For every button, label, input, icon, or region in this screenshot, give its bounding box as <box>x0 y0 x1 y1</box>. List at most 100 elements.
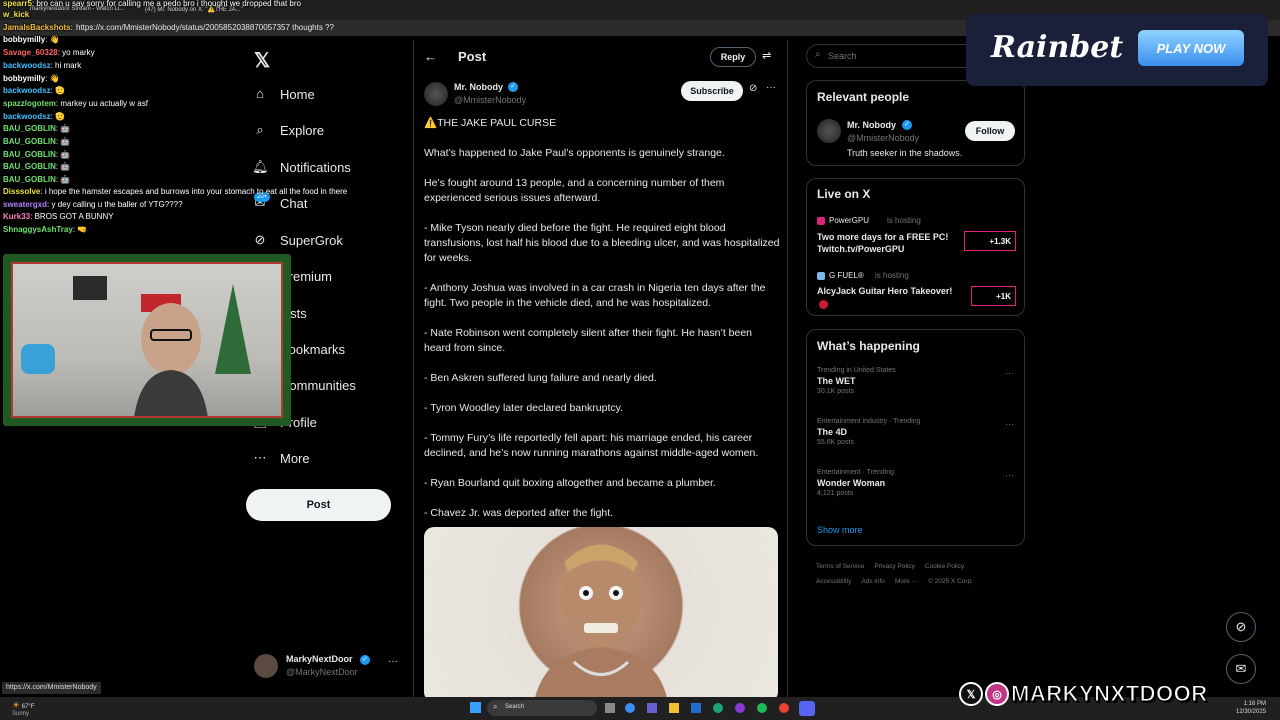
chat-text: 👋 <box>49 35 60 44</box>
show-more-link[interactable]: Show more <box>817 525 863 535</box>
chat-username: w_kick <box>3 10 30 19</box>
chat-username: ShnaggysAshTray <box>3 225 73 234</box>
host-name: G FUEL® <box>829 271 864 280</box>
chat-text: 🤖 <box>60 175 71 184</box>
chat-username: sweatergxd <box>3 200 48 209</box>
live-item[interactable]: PowerGPU is hosting Two more days for a … <box>817 216 1017 256</box>
post-paragraph: - Mike Tyson nearly died before the figh… <box>424 222 780 264</box>
trend-posts: 4,121 posts <box>817 490 854 497</box>
avatar[interactable] <box>817 119 841 143</box>
stream-chat-overlay: spearr5: bro can u say sorry for calling… <box>0 0 420 240</box>
chat-username: spazzlogotem <box>3 99 56 108</box>
taskbar-app-icon[interactable] <box>735 703 745 713</box>
live-item[interactable]: G FUEL® is hosting AlcyJack Guitar Hero … <box>817 271 1017 311</box>
chat-text: i hope the hamster escapes and burrows i… <box>44 187 348 196</box>
footer-link[interactable]: Ads info <box>861 578 885 585</box>
taskbar-app-icon[interactable] <box>713 703 723 713</box>
chat-message: spearr5: bro can u say sorry for calling… <box>3 0 301 8</box>
taskbar-search[interactable]: ⌕ Search <box>487 700 597 716</box>
account-switcher[interactable]: MarkyNextDoor ✓ @MarkyNextDoor ··· <box>254 652 404 682</box>
more-options-icon[interactable]: ··· <box>1005 419 1014 429</box>
chat-message: BAU_GOBLIN: 🤖 <box>3 162 71 171</box>
chat-username: Savage_60328 <box>3 48 58 57</box>
trend-item[interactable]: Trending in United States The WET 30.1K … <box>817 367 896 395</box>
reply-button[interactable]: Reply <box>710 47 756 67</box>
trend-context: Trending in United States <box>817 367 896 374</box>
taskbar-app-icon[interactable] <box>625 703 635 713</box>
weather-icon: ☀ <box>12 700 21 710</box>
post-paragraph: What’s happened to Jake Paul’s opponents… <box>424 147 725 159</box>
post-image-graphic <box>534 544 668 702</box>
post-paragraph: - Anthony Joshua was involved in a car c… <box>424 282 766 309</box>
weather-widget[interactable]: ☀ 67°F Sunny <box>12 700 35 717</box>
subscribe-button[interactable]: Subscribe <box>681 81 743 101</box>
nav-item-more[interactable]: ⋯ More <box>252 445 310 471</box>
back-arrow-icon[interactable]: ← <box>424 49 437 64</box>
trend-item[interactable]: Entertainment industry · Trending The 4D… <box>817 418 921 446</box>
chat-username: BAU_GOBLIN <box>3 150 56 159</box>
post-paragraph: - Tyron Woodley later declared bankruptc… <box>424 402 624 414</box>
chat-username: backwoodsz <box>3 112 51 121</box>
taskbar-app-icon[interactable] <box>799 701 815 716</box>
instagram-icon: ◎ <box>985 682 1009 706</box>
author-name[interactable]: Mr. Nobody <box>454 82 503 92</box>
chat-message: BAU_GOBLIN: 🤖 <box>3 175 71 184</box>
copyright: © 2025 X Corp. <box>928 578 973 585</box>
host-status: is hosting <box>887 216 921 225</box>
taskbar-app-icon[interactable] <box>647 703 657 713</box>
host-avatar <box>817 217 825 225</box>
weather-temp: 67°F <box>21 704 35 710</box>
listener-count: +1K <box>971 286 1016 306</box>
taskbar-app-icon[interactable] <box>691 703 701 713</box>
taskbar-app-icon[interactable] <box>757 703 767 713</box>
compose-post-button[interactable]: Post <box>246 489 391 521</box>
taskbar-app-icon[interactable] <box>605 703 615 713</box>
person-bio: Truth seeker in the shadows. <box>847 148 963 158</box>
search-icon: ⌕ <box>493 702 498 711</box>
start-icon[interactable] <box>470 702 481 713</box>
person-name[interactable]: Mr. Nobody <box>847 120 896 130</box>
chat-text: hi mark <box>55 61 82 70</box>
footer-link[interactable]: Cookie Policy <box>925 563 964 570</box>
more-options-icon[interactable]: ··· <box>766 82 776 93</box>
grok-icon[interactable]: ⊘ <box>749 83 757 94</box>
whats-happening-card: What’s happening Trending in United Stat… <box>806 329 1025 546</box>
post-title: ⚠️THE JAKE PAUL CURSE <box>424 117 557 129</box>
chat-message: Savage_60328: yo marky <box>3 48 95 57</box>
chat-message: w_kick <box>3 10 29 19</box>
chat-username: BAU_GOBLIN <box>3 137 56 146</box>
holiday-garland-frame <box>3 254 291 426</box>
post-detail-column: ← Post Reply ⇌ Mr. Nobody ✓ @MmisterNobo… <box>413 40 788 702</box>
post-paragraph: - Ryan Bourland quit boxing altogether a… <box>424 477 716 489</box>
more-icon: ··· <box>388 656 398 667</box>
live-indicator-icon <box>819 300 828 309</box>
chat-message: bobbymilly: 👋 <box>3 74 60 83</box>
sponsor-logo: Rainbet <box>991 30 1124 65</box>
author-avatar[interactable] <box>424 82 448 106</box>
footer-link[interactable]: Terms of Service <box>816 563 864 570</box>
chat-username: bobbymilly <box>3 74 46 83</box>
chat-message: BAU_GOBLIN: 🤖 <box>3 150 71 159</box>
footer-link[interactable]: Privacy Policy <box>874 563 914 570</box>
post-header: ← Post Reply ⇌ <box>414 40 788 74</box>
follow-button[interactable]: Follow <box>965 121 1015 141</box>
more-options-icon[interactable]: ··· <box>1005 368 1014 378</box>
chat-text: markey uu actually w asf <box>60 99 148 108</box>
clock-date: 12/30/2025 <box>1236 709 1267 715</box>
post-image[interactable] <box>424 527 778 702</box>
post-paragraph: - Ben Askren suffered lung failure and n… <box>424 372 657 384</box>
author-handle[interactable]: @MmisterNobody <box>454 95 526 105</box>
more-icon: ⋯ <box>253 450 267 465</box>
verified-icon: ✓ <box>360 655 370 665</box>
sliders-icon[interactable]: ⇌ <box>762 49 771 62</box>
trend-item[interactable]: Entertainment · Trending Wonder Woman 4,… <box>817 469 894 497</box>
chat-username: BAU_GOBLIN <box>3 162 56 171</box>
status-url: https://x.com/MmisterNobody <box>2 682 101 694</box>
grok-fab-icon[interactable]: ⊘ <box>1226 612 1256 642</box>
taskbar-app-icon[interactable] <box>669 703 679 713</box>
chat-text: y dey calling u the baller of YTG???? <box>51 200 183 209</box>
footer-link[interactable]: Accessibility <box>816 578 851 585</box>
more-options-icon[interactable]: ··· <box>1005 470 1014 480</box>
taskbar-app-icon[interactable] <box>779 703 789 713</box>
footer-link[interactable]: More ··· <box>895 578 918 585</box>
